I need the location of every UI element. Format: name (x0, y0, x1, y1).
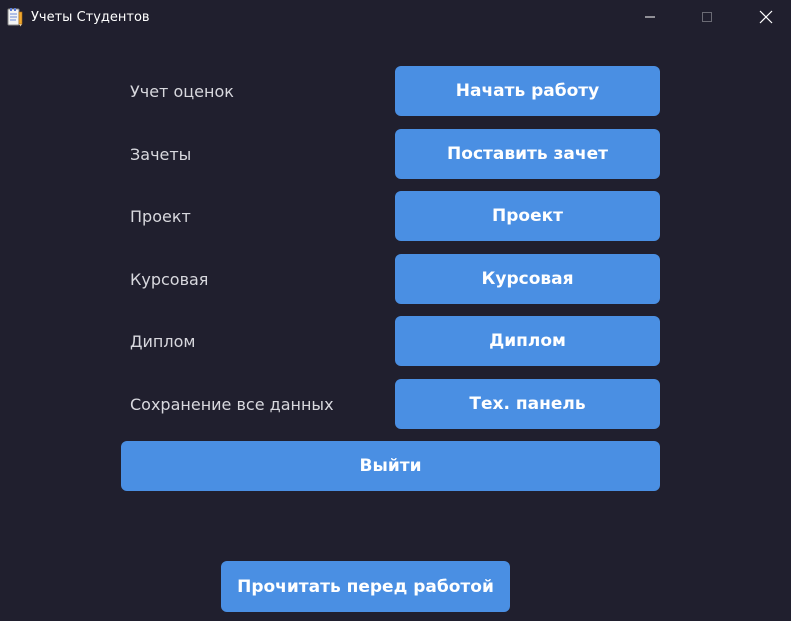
maximize-icon (702, 12, 712, 22)
start-work-button[interactable]: Начать работу (395, 66, 660, 116)
notepad-icon (7, 8, 23, 27)
close-icon (759, 10, 773, 24)
project-button[interactable]: Проект (395, 191, 660, 241)
read-before-work-button[interactable]: Прочитать перед работой (221, 561, 510, 612)
coursework-button[interactable]: Курсовая (395, 254, 660, 304)
maximize-button[interactable] (684, 0, 730, 34)
save-data-label: Сохранение все данных (130, 395, 334, 414)
coursework-label: Курсовая (130, 270, 209, 289)
set-credit-button[interactable]: Поставить зачет (395, 129, 660, 179)
diploma-button[interactable]: Диплом (395, 316, 660, 366)
app-window: Учеты Студентов Учет оценок Начать работ… (0, 0, 791, 621)
minimize-icon (645, 16, 655, 18)
tech-panel-button[interactable]: Тех. панель (395, 379, 660, 429)
close-button[interactable] (743, 0, 789, 34)
grades-label: Учет оценок (130, 82, 234, 101)
exit-button[interactable]: Выйти (121, 441, 660, 491)
window-title: Учеты Студентов (31, 10, 150, 25)
diploma-label: Диплом (130, 332, 196, 351)
minimize-button[interactable] (627, 0, 673, 34)
project-label: Проект (130, 207, 191, 226)
credits-label: Зачеты (130, 145, 192, 164)
title-bar[interactable]: Учеты Студентов (0, 0, 791, 34)
